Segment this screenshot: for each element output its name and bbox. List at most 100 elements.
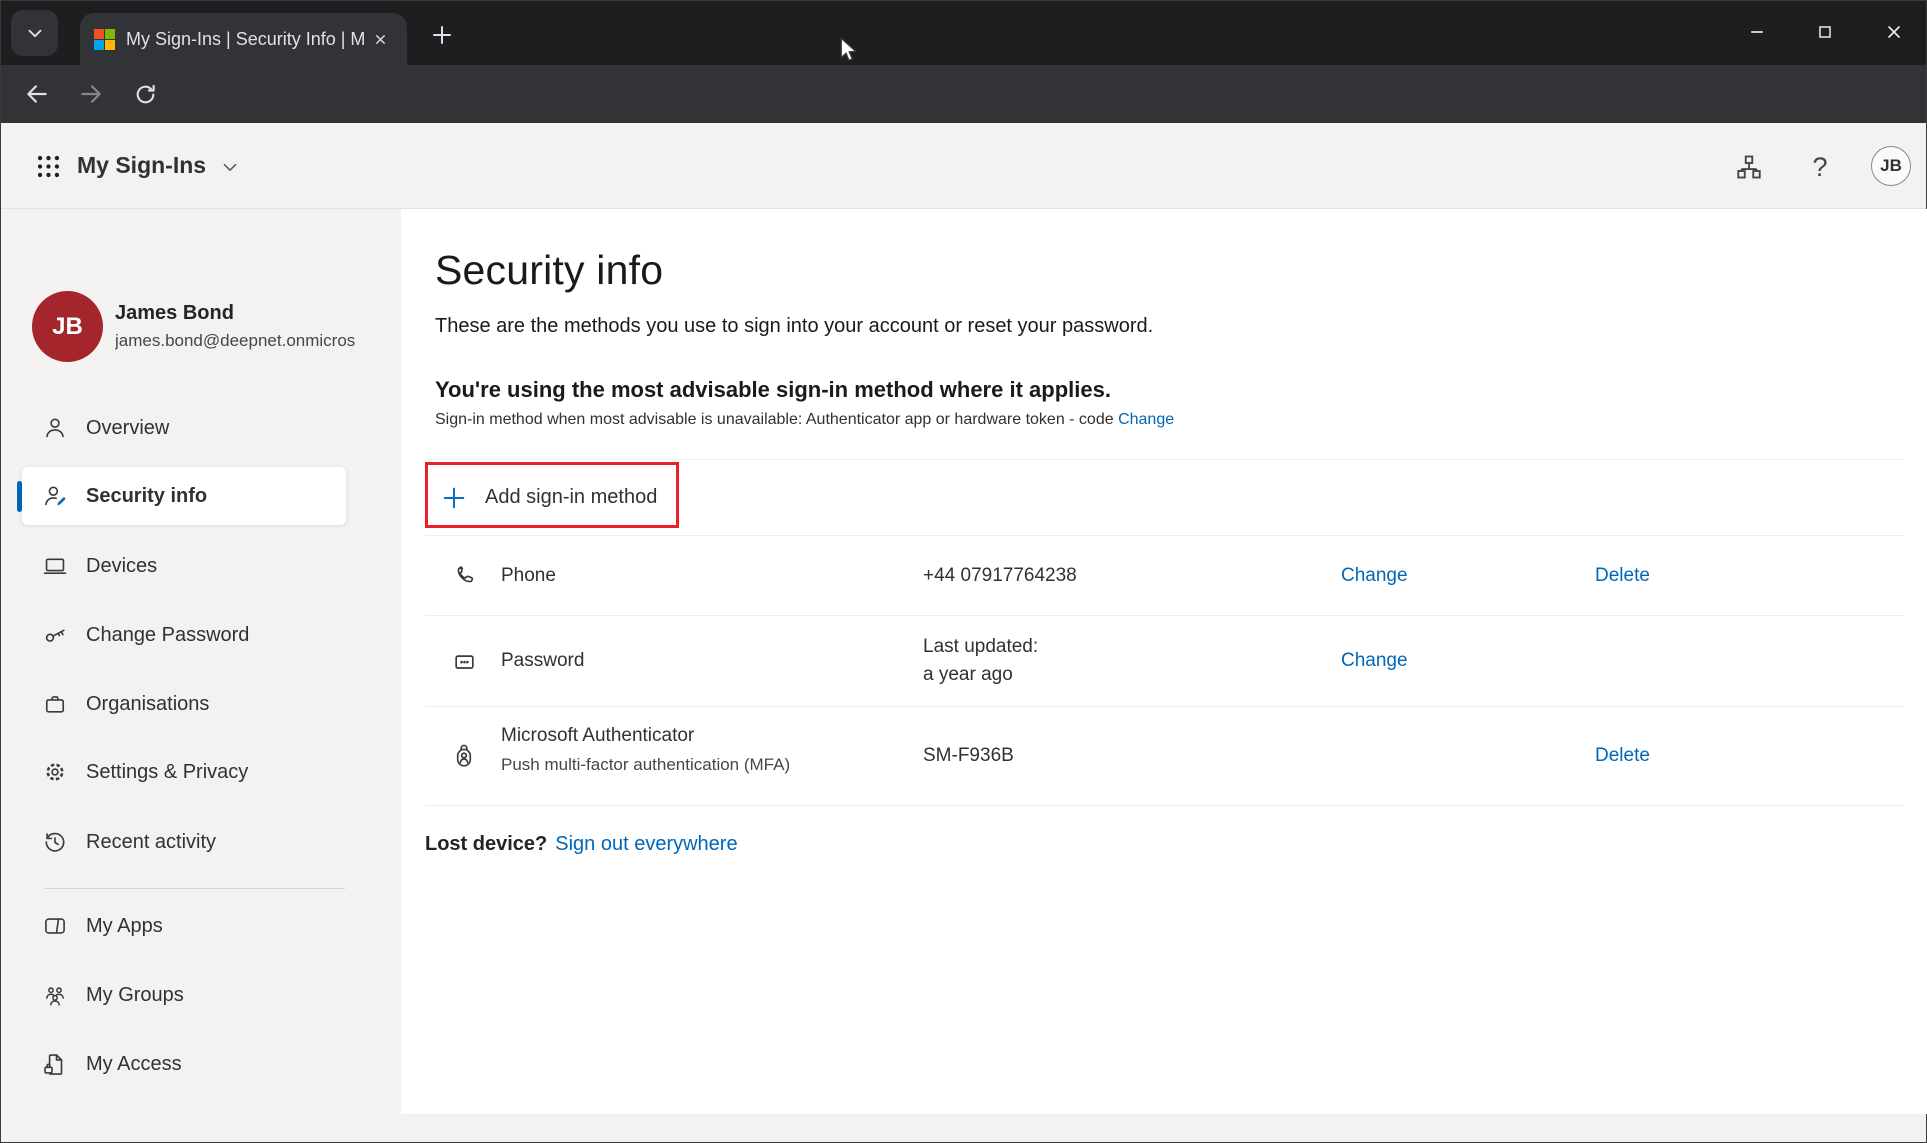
sign-out-everywhere-link[interactable]: Sign out everywhere	[555, 833, 737, 855]
sidebar-item-change-password[interactable]: Change Password	[22, 606, 346, 664]
sidebar-item-label: Settings & Privacy	[86, 761, 248, 784]
sidebar-item-label: Change Password	[86, 624, 249, 647]
person-edit-icon	[42, 483, 68, 509]
laptop-icon	[42, 553, 68, 579]
microsoft-favicon-icon	[94, 29, 115, 50]
sidebar-item-label: My Apps	[86, 915, 163, 938]
main-content: Security info These are the methods you …	[401, 209, 1927, 1114]
advisory-detail: Sign-in method when most advisable is un…	[435, 411, 1174, 429]
add-sign-in-method-button[interactable]: Add sign-in method	[425, 460, 1904, 535]
method-name: Microsoft Authenticator	[501, 725, 694, 747]
account-avatar[interactable]: JB	[1871, 146, 1911, 186]
back-button[interactable]	[15, 72, 59, 116]
sidebar-item-label: Recent activity	[86, 831, 216, 854]
page-title: Security info	[435, 247, 663, 294]
briefcase-icon	[42, 691, 68, 717]
phone-delete-link[interactable]: Delete	[1595, 565, 1650, 587]
app-title[interactable]: My Sign-Ins	[77, 152, 206, 179]
browser-toolbar: mysignins.microsoft.com/security-info In…	[1, 65, 1926, 123]
sidebar-item-my-groups[interactable]: My Groups	[22, 966, 346, 1024]
sidebar-item-label: My Groups	[86, 984, 184, 1007]
close-icon	[1884, 22, 1904, 42]
forward-arrow-icon	[78, 81, 104, 107]
advisory-change-link[interactable]: Change	[1118, 411, 1174, 428]
password-updated-ago: a year ago	[923, 661, 1038, 689]
sidebar-divider	[44, 888, 345, 889]
page-subtitle: These are the methods you use to sign in…	[435, 315, 1153, 338]
document-lock-icon	[42, 1051, 68, 1077]
waffle-icon	[35, 153, 62, 180]
close-window-button[interactable]	[1869, 7, 1919, 57]
gear-icon	[42, 759, 68, 785]
sidebar-item-settings-privacy[interactable]: Settings & Privacy	[22, 743, 346, 801]
close-icon	[373, 32, 388, 47]
question-mark-icon: ?	[1812, 152, 1827, 183]
apps-icon	[42, 913, 68, 939]
key-icon	[42, 622, 68, 648]
browser-window: My Sign-Ins | Security Info | Mic	[0, 0, 1927, 1143]
app-launcher-button[interactable]	[21, 139, 75, 193]
password-icon	[450, 647, 478, 675]
lost-device-row: Lost device? Sign out everywhere	[425, 833, 738, 856]
authenticator-delete-link[interactable]: Delete	[1595, 745, 1650, 767]
sidebar-item-label: Overview	[86, 417, 169, 440]
sidebar-item-devices[interactable]: Devices	[22, 537, 346, 595]
phone-change-link[interactable]: Change	[1341, 565, 1408, 587]
org-hierarchy-icon	[1734, 152, 1764, 182]
back-arrow-icon	[24, 81, 50, 107]
minimize-icon	[1747, 22, 1767, 42]
method-value: +44 07917764238	[923, 562, 1077, 590]
chevron-down-icon	[219, 156, 241, 178]
reload-icon	[133, 82, 158, 107]
lost-device-label: Lost device?	[425, 833, 547, 855]
user-email: james.bond@deepnet.onmicros	[115, 331, 371, 351]
maximize-button[interactable]	[1800, 7, 1850, 57]
sidebar-item-my-access[interactable]: My Access	[22, 1035, 346, 1093]
sidebar-item-recent-activity[interactable]: Recent activity	[22, 813, 346, 871]
forward-button[interactable]	[69, 72, 113, 116]
method-row-password: Password Last updated: a year ago Change	[425, 615, 1904, 706]
reload-button[interactable]	[123, 72, 167, 116]
maximize-icon	[1815, 22, 1835, 42]
tab-title: My Sign-Ins | Security Info | Mic	[126, 29, 364, 50]
method-row-authenticator: Microsoft Authenticator Push multi-facto…	[425, 706, 1904, 806]
sidebar-item-my-apps[interactable]: My Apps	[22, 897, 346, 955]
method-name: Phone	[501, 565, 556, 587]
advisory-detail-text: Sign-in method when most advisable is un…	[435, 411, 1114, 428]
sidebar-item-organisations[interactable]: Organisations	[22, 675, 346, 733]
organization-switcher-button[interactable]	[1731, 149, 1767, 185]
sidebar-item-overview[interactable]: Overview	[22, 399, 346, 457]
help-button[interactable]: ?	[1802, 149, 1838, 185]
plus-icon	[430, 23, 454, 47]
sidebar-item-label: Devices	[86, 555, 157, 578]
tab-strip: My Sign-Ins | Security Info | Mic	[1, 1, 1926, 65]
browser-tab[interactable]: My Sign-Ins | Security Info | Mic	[80, 13, 407, 65]
advisory-headline: You're using the most advisable sign-in …	[435, 377, 1111, 403]
chevron-down-icon	[24, 22, 46, 44]
sidebar-item-label: My Access	[86, 1053, 182, 1076]
plus-icon	[440, 484, 468, 512]
password-updated-label: Last updated:	[923, 633, 1038, 661]
sidebar-item-label: Organisations	[86, 693, 209, 716]
sidebar-item-label: Security info	[86, 485, 207, 508]
history-clock-icon	[42, 829, 68, 855]
app-title-dropdown[interactable]	[219, 156, 241, 178]
person-icon	[42, 415, 68, 441]
avatar: JB	[32, 291, 103, 362]
tab-close-button[interactable]	[367, 26, 393, 52]
method-subtitle: Push multi-factor authentication (MFA)	[501, 755, 790, 775]
method-row-phone: Phone +44 07917764238 Change Delete	[425, 535, 1904, 615]
authenticator-icon	[450, 742, 478, 770]
sign-in-methods-table: Add sign-in method Phone +44 07917764238…	[425, 459, 1904, 806]
minimize-button[interactable]	[1732, 7, 1782, 57]
new-tab-button[interactable]	[422, 15, 462, 55]
password-change-link[interactable]: Change	[1341, 650, 1408, 672]
app-header: My Sign-Ins ? JB	[1, 123, 1926, 209]
method-value: Last updated: a year ago	[923, 633, 1038, 689]
tab-search-button[interactable]	[11, 10, 58, 56]
sidebar-item-security-info[interactable]: Security info	[22, 467, 346, 525]
method-value: SM-F936B	[923, 742, 1014, 770]
add-sign-in-method-label: Add sign-in method	[485, 486, 657, 509]
user-name: James Bond	[115, 302, 234, 325]
people-group-icon	[42, 982, 68, 1008]
